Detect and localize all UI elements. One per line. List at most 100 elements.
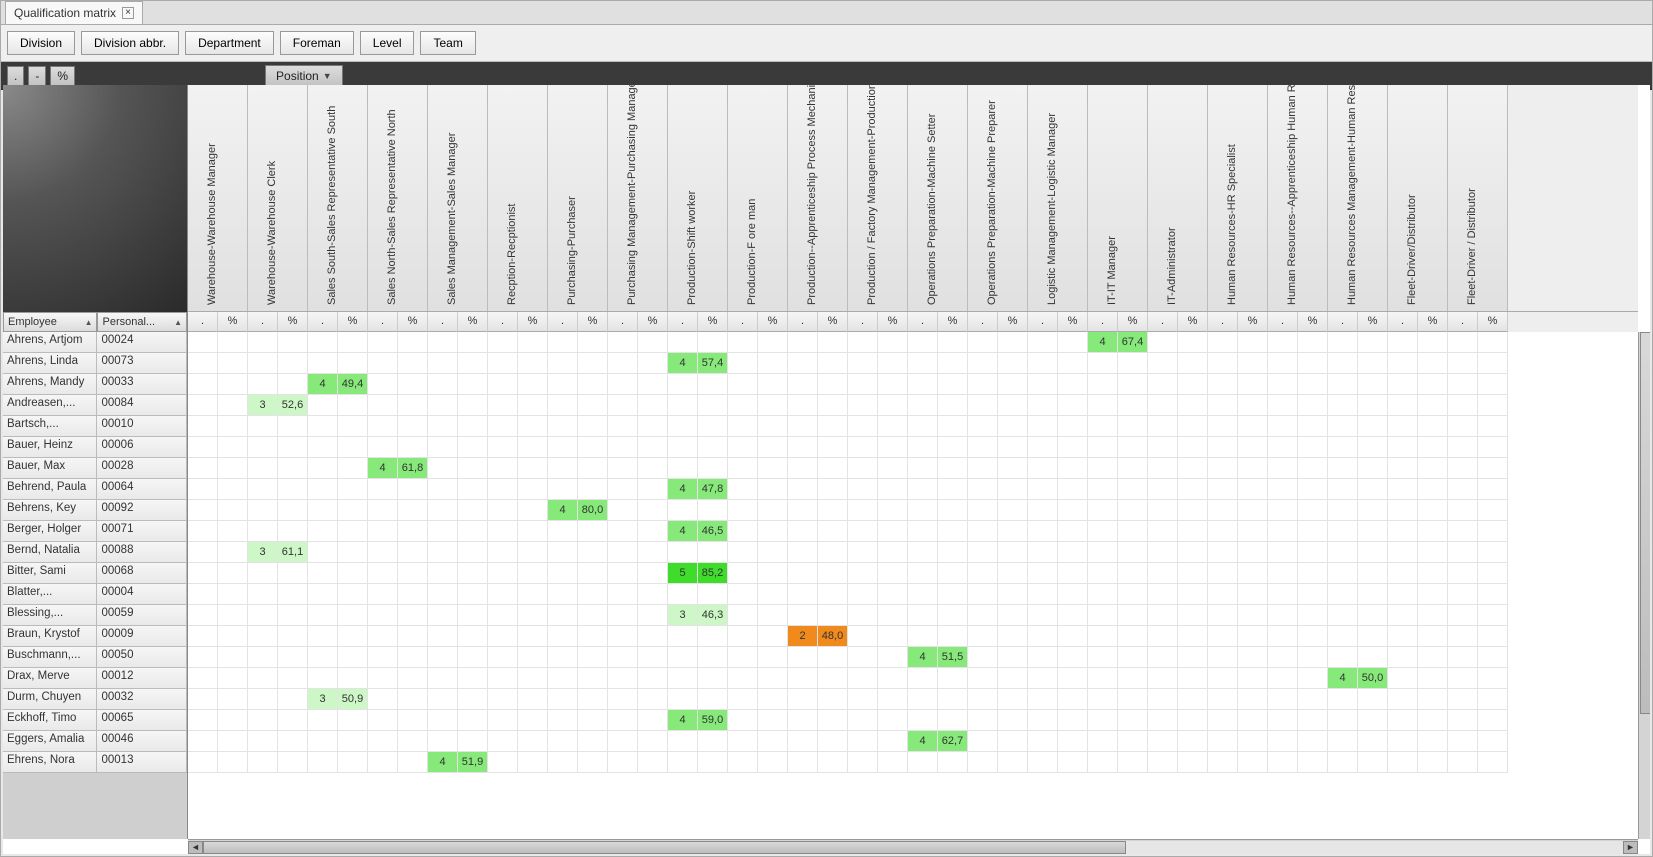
- data-cell-pair[interactable]: [728, 689, 788, 710]
- data-cell-pair[interactable]: [1208, 332, 1268, 353]
- close-icon[interactable]: ×: [122, 7, 134, 19]
- data-cell-pair[interactable]: [788, 458, 848, 479]
- data-cell-pair[interactable]: [488, 374, 548, 395]
- data-cell-pair[interactable]: [668, 416, 728, 437]
- data-cell-pair[interactable]: [608, 521, 668, 542]
- position-sort-button[interactable]: Position ▼: [265, 65, 343, 87]
- data-cell-pair[interactable]: [1088, 437, 1148, 458]
- data-cell-pair[interactable]: [368, 689, 428, 710]
- data-cell-pair[interactable]: [1448, 710, 1508, 731]
- data-cell-pair[interactable]: [1208, 479, 1268, 500]
- data-cell-pair[interactable]: [368, 374, 428, 395]
- data-cell-pair[interactable]: [1388, 500, 1448, 521]
- data-cell-pair[interactable]: [1268, 689, 1328, 710]
- data-cell-pair[interactable]: [1028, 479, 1088, 500]
- position-column-header[interactable]: Production / Factory Management-Producti…: [848, 85, 908, 311]
- data-cell-pair[interactable]: [428, 416, 488, 437]
- position-column-header[interactable]: Human Resources Management-Human Resourc…: [1328, 85, 1388, 311]
- data-cell-pair[interactable]: [968, 668, 1028, 689]
- data-cell-pair[interactable]: [788, 584, 848, 605]
- data-cell-pair[interactable]: [848, 416, 908, 437]
- data-cell-pair[interactable]: [1328, 500, 1388, 521]
- data-cell-pair[interactable]: [668, 458, 728, 479]
- data-cell-pair[interactable]: [668, 542, 728, 563]
- data-cell-pair[interactable]: [1328, 647, 1388, 668]
- data-cell-pair[interactable]: [248, 605, 308, 626]
- data-cell-pair[interactable]: [368, 416, 428, 437]
- data-cell-pair[interactable]: [608, 605, 668, 626]
- position-column-header[interactable]: Warehouse-Warehouse Manager: [188, 85, 248, 311]
- data-cell-pair[interactable]: [248, 752, 308, 773]
- employee-row-header[interactable]: Bitter, Sami00068: [3, 563, 187, 584]
- employee-row-header[interactable]: Buschmann,...00050: [3, 647, 187, 668]
- data-cell-pair[interactable]: [1268, 542, 1328, 563]
- data-cell-pair[interactable]: [248, 710, 308, 731]
- data-cell-pair[interactable]: [1328, 332, 1388, 353]
- data-cell-pair[interactable]: [1148, 416, 1208, 437]
- data-cell-pair[interactable]: [1088, 647, 1148, 668]
- data-cell-pair[interactable]: [548, 689, 608, 710]
- data-cell-pair[interactable]: [728, 647, 788, 668]
- data-cell-pair[interactable]: [548, 731, 608, 752]
- data-cell-pair[interactable]: [1028, 563, 1088, 584]
- position-column-header[interactable]: Purchasing Management-Purchasing Manager: [608, 85, 668, 311]
- data-cell-pair[interactable]: [788, 416, 848, 437]
- data-cell-pair[interactable]: [308, 437, 368, 458]
- data-cell-pair[interactable]: 462,7: [908, 731, 968, 752]
- data-cell-pair[interactable]: [1088, 605, 1148, 626]
- data-cell-pair[interactable]: [1328, 731, 1388, 752]
- data-cell-pair[interactable]: [1268, 752, 1328, 773]
- data-cell-pair[interactable]: [428, 374, 488, 395]
- position-column-header[interactable]: Operations Preparation-Machine Preparer: [968, 85, 1028, 311]
- data-cell-pair[interactable]: [728, 395, 788, 416]
- data-cell-pair[interactable]: [848, 542, 908, 563]
- data-cell-pair[interactable]: [728, 752, 788, 773]
- data-cell-pair[interactable]: [1448, 563, 1508, 584]
- data-cell-pair[interactable]: [308, 731, 368, 752]
- data-cell-pair[interactable]: [1448, 332, 1508, 353]
- employee-row-header[interactable]: Eggers, Amalia00046: [3, 731, 187, 752]
- data-cell-pair[interactable]: [968, 563, 1028, 584]
- data-cell-pair[interactable]: [728, 731, 788, 752]
- employee-row-header[interactable]: Ehrens, Nora00013: [3, 752, 187, 773]
- data-cell-pair[interactable]: [1208, 584, 1268, 605]
- data-cell-pair[interactable]: [1088, 563, 1148, 584]
- data-cell-pair[interactable]: [908, 605, 968, 626]
- data-cell-pair[interactable]: [428, 710, 488, 731]
- data-cell-pair[interactable]: [1208, 647, 1268, 668]
- data-cell-pair[interactable]: [248, 689, 308, 710]
- data-cell-pair[interactable]: [308, 416, 368, 437]
- data-cell-pair[interactable]: [968, 332, 1028, 353]
- data-cell-pair[interactable]: [848, 668, 908, 689]
- data-cell-pair[interactable]: [848, 647, 908, 668]
- data-cell-pair[interactable]: [1268, 605, 1328, 626]
- data-cell-pair[interactable]: [728, 584, 788, 605]
- data-cell-pair[interactable]: [488, 710, 548, 731]
- data-cell-pair[interactable]: [308, 395, 368, 416]
- filter-foreman-button[interactable]: Foreman: [280, 31, 354, 55]
- data-cell-pair[interactable]: [788, 521, 848, 542]
- data-cell-pair[interactable]: [908, 374, 968, 395]
- data-cell-pair[interactable]: [308, 584, 368, 605]
- data-cell-pair[interactable]: [308, 500, 368, 521]
- data-cell-pair[interactable]: [1328, 416, 1388, 437]
- data-cell-pair[interactable]: [1268, 374, 1328, 395]
- data-cell-pair[interactable]: [908, 689, 968, 710]
- employee-row-header[interactable]: Ahrens, Mandy00033: [3, 374, 187, 395]
- data-cell-pair[interactable]: [1208, 752, 1268, 773]
- employee-column-header[interactable]: Employee ▲: [3, 312, 97, 332]
- data-cell-pair[interactable]: [848, 584, 908, 605]
- data-cell-pair[interactable]: [1088, 689, 1148, 710]
- data-cell-pair[interactable]: [968, 542, 1028, 563]
- data-cell-pair[interactable]: [188, 479, 248, 500]
- data-cell-pair[interactable]: [1388, 437, 1448, 458]
- data-cell-pair[interactable]: [188, 521, 248, 542]
- data-cell-pair[interactable]: [1028, 374, 1088, 395]
- data-cell-pair[interactable]: [608, 689, 668, 710]
- data-cell-pair[interactable]: [188, 710, 248, 731]
- data-cell-pair[interactable]: [848, 605, 908, 626]
- data-cell-pair[interactable]: [1388, 353, 1448, 374]
- data-cell-pair[interactable]: 346,3: [668, 605, 728, 626]
- data-cell-pair[interactable]: [788, 437, 848, 458]
- data-cell-pair[interactable]: [1148, 353, 1208, 374]
